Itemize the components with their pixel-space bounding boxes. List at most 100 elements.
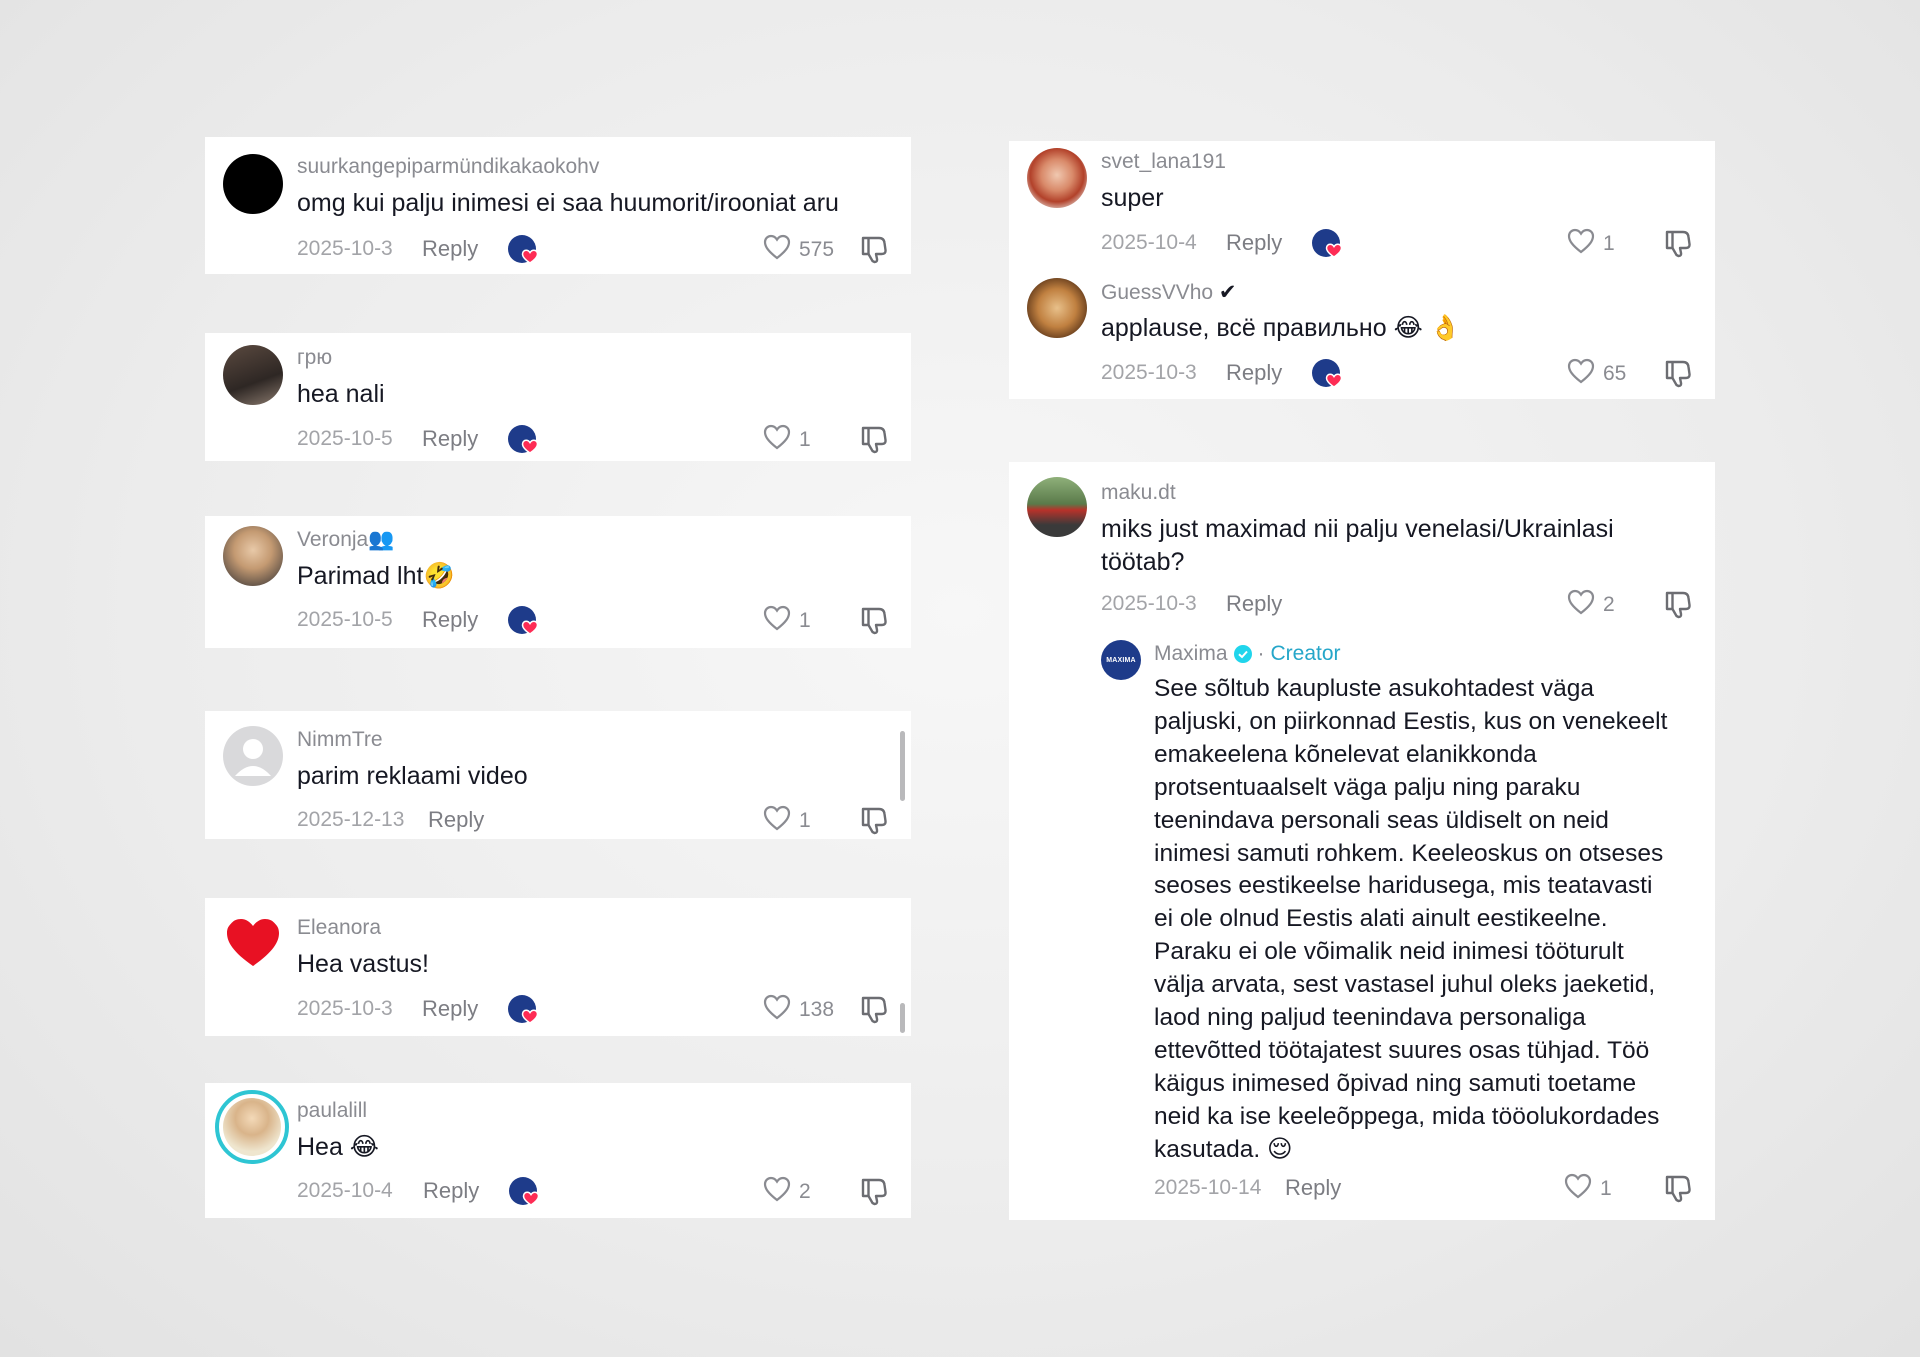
heart-outline-icon	[763, 605, 791, 637]
maxima-logo-avatar[interactable]: MAXIMA	[1101, 640, 1141, 680]
reply-button[interactable]: Reply	[422, 236, 478, 262]
like-button[interactable]: 65	[1567, 358, 1626, 389]
dislike-icon[interactable]	[1663, 358, 1695, 390]
reply-line: käigus inimesed õpivad ning samuti toeta…	[1154, 1069, 1637, 1097]
creator-liked-badge-icon	[507, 423, 541, 457]
default-user-avatar-icon[interactable]	[223, 726, 283, 786]
reply-line: laod ning paljud teenindava personaliga	[1154, 1004, 1586, 1032]
comment-username[interactable]: maku.dt	[1101, 481, 1176, 505]
creator-liked-badge-icon	[507, 233, 541, 267]
motorcycle-photo-avatar-icon[interactable]	[1027, 477, 1087, 537]
dislike-icon[interactable]	[859, 605, 891, 637]
scrollbar[interactable]	[900, 1003, 905, 1033]
avatar[interactable]	[223, 345, 283, 405]
reply-button[interactable]: Reply	[1226, 230, 1282, 256]
comment-meta: 2025-10-14 Reply 1	[1154, 1172, 1691, 1206]
avatar[interactable]	[1027, 148, 1087, 208]
comment-item: maku.dt miks just maximad nii palju vene…	[1009, 462, 1715, 632]
comment-card-4: NimmTre parim reklaami video 2025-12-13 …	[205, 711, 911, 839]
comment-date: 2025-10-5	[297, 427, 393, 450]
reply-button[interactable]: Reply	[1226, 360, 1282, 386]
reply-line: ei ole olnud Eestis alati ainult eestike…	[1154, 905, 1608, 933]
like-button[interactable]: 575	[763, 234, 834, 265]
dislike-icon[interactable]	[859, 1176, 891, 1208]
reply-button[interactable]: Reply	[428, 807, 484, 833]
comment-card-5: Eleanora Hea vastus! 2025-10-3 Reply 138	[205, 898, 911, 1036]
comment-card-right-top: svet_lana191 super 2025-10-4 Reply 1 Gue…	[1009, 141, 1715, 399]
comment-thread-card: maku.dt miks just maximad nii palju vene…	[1009, 462, 1715, 1220]
comment-username[interactable]: GuessVVho ✔	[1101, 280, 1237, 305]
cartoon-character-avatar-icon[interactable]	[1027, 278, 1087, 338]
maxima-logo-text: MAXIMA	[1106, 656, 1136, 664]
like-button[interactable]: 138	[763, 994, 834, 1026]
comment-username[interactable]: suurkangepiparmündikakaokohv	[297, 155, 599, 179]
reply-line: neid ka ise keeleõppega, mida tööolukord…	[1154, 1102, 1660, 1130]
reply-line: teenindava personali seas üldiselt on ne…	[1154, 806, 1609, 834]
comment-meta: 2025-12-13 Reply 1	[297, 804, 887, 838]
like-button[interactable]: 1	[763, 805, 811, 837]
avatar[interactable]	[223, 154, 283, 214]
dislike-icon[interactable]	[1663, 228, 1695, 260]
comment-date: 2025-10-4	[297, 1179, 393, 1202]
comment-username[interactable]: svet_lana191	[1101, 150, 1226, 174]
comment-date: 2025-10-4	[1101, 231, 1197, 254]
like-button[interactable]: 1	[1564, 1173, 1612, 1204]
comment-text: omg kui palju inimesi ei saa huumorit/ir…	[297, 189, 839, 217]
comment-card-1: suurkangepiparmündikakaokohv omg kui pal…	[205, 137, 911, 274]
dislike-icon[interactable]	[859, 424, 891, 456]
comment-card-2: грю hea nali 2025-10-5 Reply 1	[205, 333, 911, 461]
dislike-icon[interactable]	[1663, 1173, 1695, 1205]
comment-date: 2025-10-3	[1101, 592, 1197, 615]
comment-text: applause, всё правильно 😂 👌	[1101, 314, 1461, 342]
like-count: 1	[1603, 232, 1615, 255]
like-button[interactable]: 1	[763, 424, 811, 455]
creator-liked-badge-icon	[1311, 227, 1345, 261]
comment-text: parim reklaami video	[297, 762, 528, 790]
creator-reply-text: See sõltub kaupluste asukohtadest väga p…	[1154, 673, 1704, 1167]
reply-button[interactable]: Reply	[422, 996, 478, 1022]
comment-username[interactable]: грю	[297, 346, 332, 370]
like-count: 2	[1603, 593, 1615, 616]
username-text: Veronja	[297, 528, 369, 551]
like-count: 1	[1600, 1177, 1612, 1200]
comment-username[interactable]: paulalill	[297, 1099, 367, 1123]
comment-username[interactable]: Eleanora	[297, 916, 381, 940]
dislike-icon[interactable]	[1663, 589, 1695, 621]
comment-username[interactable]: Maxima	[1154, 642, 1228, 666]
scrollbar[interactable]	[900, 731, 905, 801]
dislike-icon[interactable]	[859, 805, 891, 837]
reply-button[interactable]: Reply	[1226, 591, 1282, 617]
creator-reply: MAXIMA Maxima · Creator See sõltub kaupl…	[1009, 637, 1715, 1220]
reply-button[interactable]: Reply	[422, 426, 478, 452]
red-heart-avatar-icon[interactable]	[223, 914, 283, 974]
like-button[interactable]: 1	[1567, 228, 1615, 260]
comment-username[interactable]: NimmTre	[297, 728, 383, 752]
heart-outline-icon	[1567, 228, 1595, 260]
checkmark-icon: ✔	[1218, 281, 1237, 304]
heart-outline-icon	[763, 994, 791, 1026]
comment-meta: 2025-10-3 Reply 138	[297, 993, 887, 1027]
avatar[interactable]	[215, 1090, 289, 1164]
dislike-icon[interactable]	[859, 234, 891, 266]
like-button[interactable]: 2	[1567, 589, 1615, 620]
comment-username[interactable]: Veronja👥	[297, 528, 394, 552]
reply-line: kasutada. 😌	[1154, 1135, 1293, 1163]
reply-button[interactable]: Reply	[422, 607, 478, 633]
dislike-icon[interactable]	[859, 994, 891, 1026]
heart-outline-icon	[763, 805, 791, 837]
heart-outline-icon	[763, 1176, 791, 1208]
comment-card-3: Veronja👥 Parimad lht🤣 2025-10-5 Reply 1	[205, 516, 911, 648]
like-button[interactable]: 2	[763, 1176, 811, 1208]
creator-liked-badge-icon	[508, 1175, 542, 1209]
avatar[interactable]	[223, 526, 283, 586]
creator-liked-badge-icon	[507, 993, 541, 1027]
username-text: GuessVVho	[1101, 281, 1214, 304]
like-count: 1	[799, 428, 811, 451]
separator-dot: ·	[1257, 642, 1265, 665]
comment-meta: 2025-10-5 Reply 1	[297, 423, 887, 457]
reply-button[interactable]: Reply	[1285, 1175, 1341, 1201]
like-button[interactable]: 1	[763, 605, 811, 637]
comment-text: Hea vastus!	[297, 950, 430, 978]
like-count: 1	[799, 609, 811, 632]
reply-button[interactable]: Reply	[423, 1178, 479, 1204]
